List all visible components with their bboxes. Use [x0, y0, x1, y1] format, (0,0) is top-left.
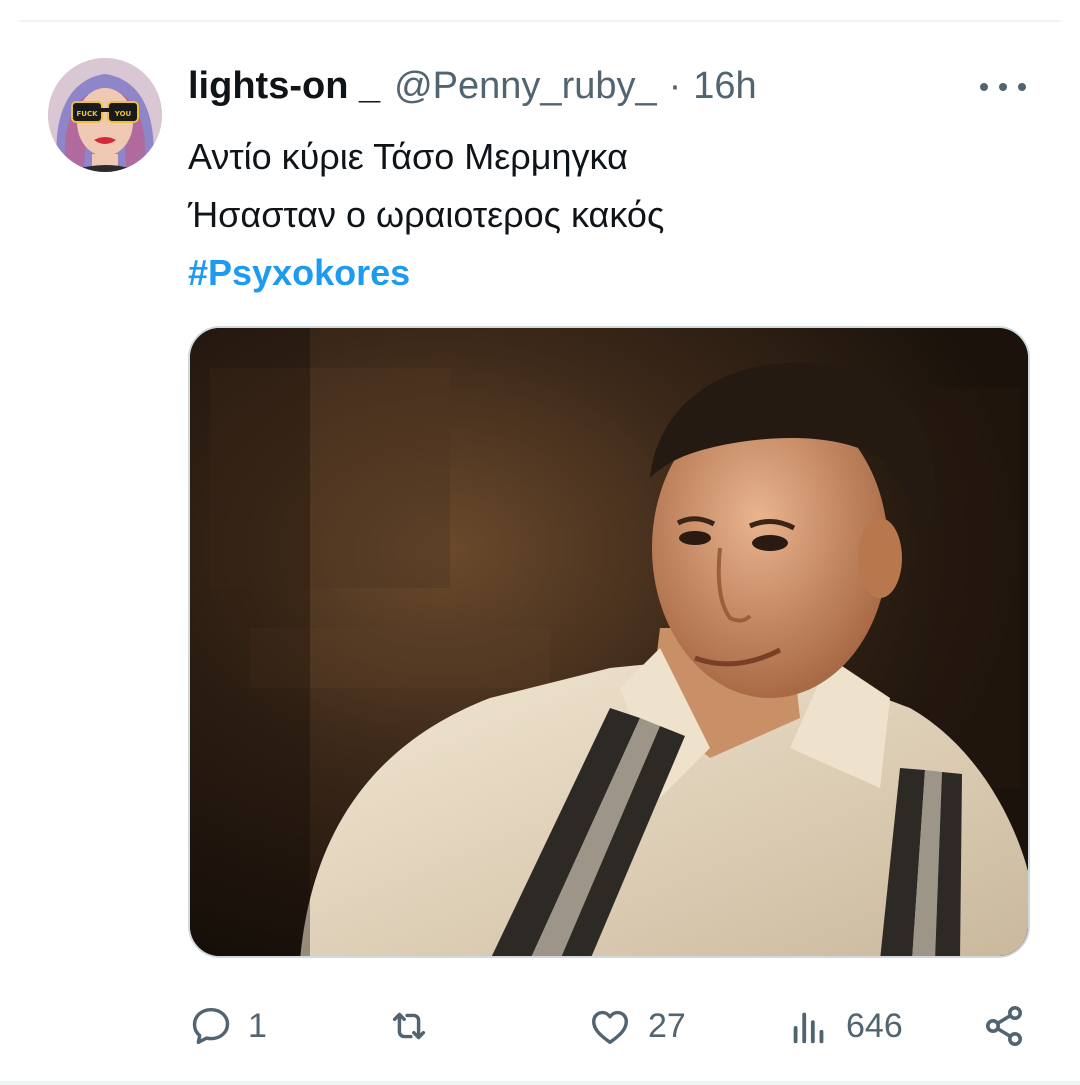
reply-button[interactable]: 1	[188, 1000, 267, 1052]
svg-text:FUCK: FUCK	[76, 110, 98, 118]
retweet-button[interactable]	[384, 1000, 448, 1052]
views-count: 646	[846, 1006, 903, 1045]
retweet-icon	[392, 1012, 426, 1040]
reply-count: 1	[248, 1006, 267, 1045]
user-handle[interactable]: @Penny_ruby_	[394, 65, 657, 108]
bottom-divider	[0, 1081, 1080, 1085]
display-name[interactable]: lights-on _	[188, 65, 380, 108]
views-button[interactable]: 646	[786, 1000, 903, 1052]
tweet-text: Αντίο κύριε Τάσο Μερμηγκα Ήσασταν ο ωραι…	[188, 128, 1018, 302]
photo-man-with-suspenders	[190, 328, 1028, 956]
reply-icon	[192, 1007, 230, 1045]
views-icon	[793, 1012, 824, 1044]
tweet-actions: 1 27 646	[188, 1000, 1030, 1052]
tweet-line-2: Ήσασταν ο ωραιοτερος κακός	[188, 194, 665, 235]
more-icon[interactable]	[980, 72, 1026, 102]
like-count: 27	[648, 1006, 686, 1045]
share-icon	[986, 1006, 1022, 1046]
hashtag-link[interactable]: #Psyxokores	[188, 244, 1018, 302]
svg-text:YOU: YOU	[114, 110, 132, 118]
top-divider	[20, 20, 1060, 22]
timestamp[interactable]: 16h	[693, 65, 756, 108]
avatar[interactable]: FUCK YOU	[48, 58, 162, 172]
like-icon	[591, 1010, 629, 1045]
share-button[interactable]	[980, 1000, 1028, 1052]
avatar-illustration: FUCK YOU	[48, 58, 162, 172]
like-button[interactable]: 27	[586, 1000, 686, 1052]
separator-dot: ·	[668, 64, 682, 107]
tweet-line-1: Αντίο κύριε Τάσο Μερμηγκα	[188, 136, 628, 177]
tweet-header: lights-on _ @Penny_ruby_ · 16h	[188, 60, 1040, 112]
tweet-photo[interactable]	[188, 326, 1030, 958]
